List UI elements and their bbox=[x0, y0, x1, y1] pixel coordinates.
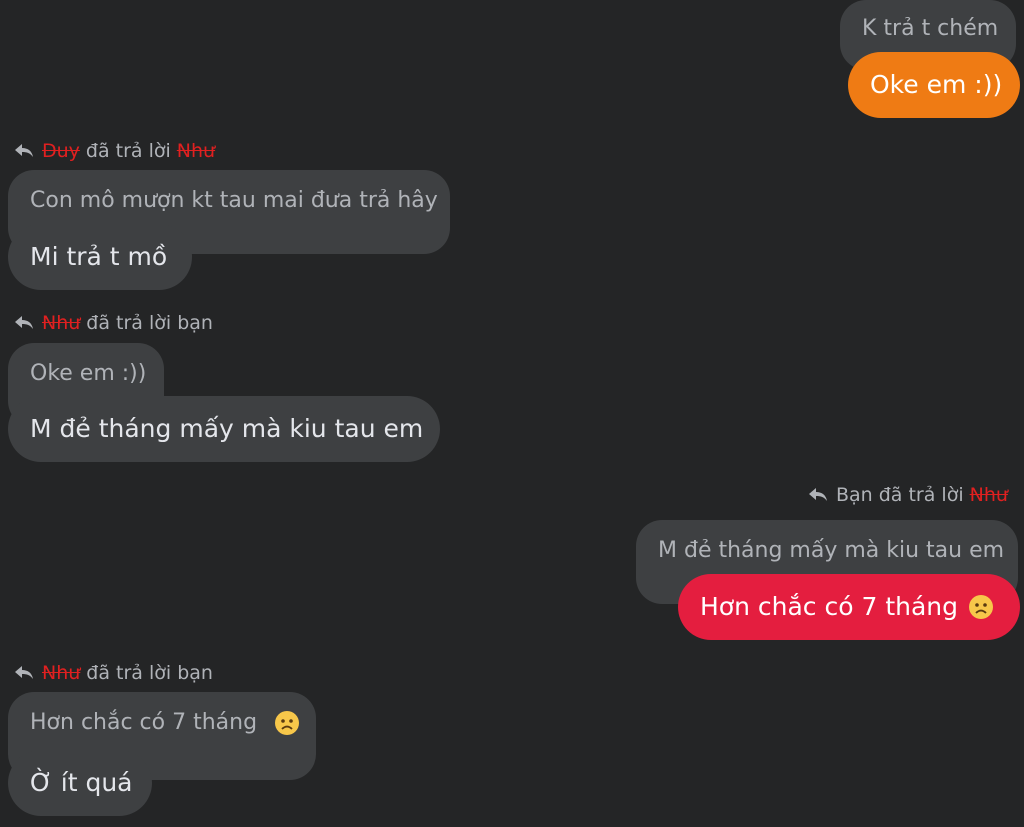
reply-header: Như đã trả lời bạn bbox=[14, 312, 213, 334]
frowning-face-icon bbox=[969, 595, 994, 619]
quoted-text: M đẻ tháng mấy mà kiu tau em bbox=[658, 538, 1005, 563]
incoming-message[interactable]: Mi trả t mồ bbox=[8, 224, 192, 290]
reply-sender: Bạn bbox=[836, 484, 873, 506]
message-text: Mi trả t mồ bbox=[30, 242, 168, 271]
reply-arrow-icon bbox=[15, 316, 33, 329]
reply-header: Bạn đã trả lời Như bbox=[808, 484, 1008, 506]
message-text: Oke em :)) bbox=[870, 70, 1003, 99]
incoming-message[interactable]: M đẻ tháng mấy mà kiu tau em bbox=[8, 396, 440, 462]
message-text: Ờ ít quá bbox=[30, 768, 133, 797]
quoted-text: K trả t chém bbox=[862, 16, 999, 41]
reply-verb: đã trả lời bạn bbox=[86, 312, 213, 334]
reply-verb: đã trả lời bạn bbox=[86, 662, 213, 684]
reply-target: Như bbox=[176, 140, 216, 162]
quoted-text: Con mô mượn kt tau mai đưa trả hây bbox=[30, 188, 438, 213]
message-text: M đẻ tháng mấy mà kiu tau em bbox=[30, 414, 424, 443]
reply-verb: đã trả lời bbox=[878, 484, 964, 506]
message-text: Hơn chắc có 7 tháng bbox=[700, 592, 959, 621]
outgoing-message[interactable]: Oke em :)) bbox=[848, 52, 1020, 118]
reply-target: Như bbox=[969, 484, 1008, 506]
incoming-message[interactable]: Ờ ít quá bbox=[8, 750, 152, 816]
reply-arrow-icon bbox=[809, 488, 827, 501]
reply-sender: Như bbox=[42, 662, 81, 684]
outgoing-message[interactable]: Hơn chắc có 7 tháng bbox=[678, 574, 1020, 640]
reply-header: Như đã trả lời bạn bbox=[14, 662, 213, 684]
reply-arrow-icon bbox=[15, 666, 33, 679]
frowning-face-icon bbox=[275, 711, 300, 735]
quoted-text: Oke em :)) bbox=[30, 361, 147, 386]
reply-arrow-icon bbox=[15, 144, 33, 157]
reply-verb: đã trả lời bbox=[85, 140, 171, 162]
quoted-text: Hơn chắc có 7 tháng bbox=[30, 710, 258, 735]
reply-sender: Như bbox=[42, 312, 81, 334]
chat-thread: K trả t chém Oke em :)) Duy đã trả lời N… bbox=[0, 0, 1024, 827]
reply-sender: Duy bbox=[42, 140, 80, 162]
reply-header: Duy đã trả lời Như bbox=[14, 140, 215, 162]
